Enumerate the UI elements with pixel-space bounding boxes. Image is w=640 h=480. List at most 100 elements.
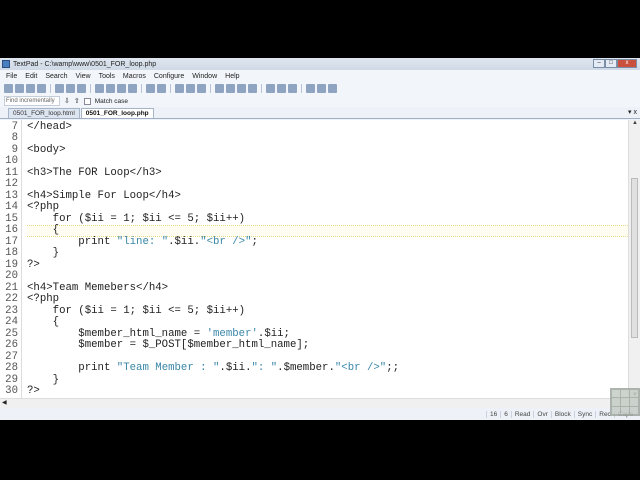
find-prev-up-button[interactable]: ⇧ <box>74 97 80 105</box>
match-case-checkbox[interactable] <box>83 97 91 105</box>
code-editor[interactable]: 7 </head> 8 9 <body> 10 11 <h3>The FOR Loop</h3… <box>0 120 628 398</box>
code-token: <?php <box>27 201 60 214</box>
code-line[interactable]: </head> <box>27 121 72 134</box>
toolbar-separator <box>141 84 142 93</box>
tab-html[interactable]: 0501_FOR_loop.html <box>8 108 80 118</box>
code-token: } <box>27 247 60 260</box>
replace-icon[interactable] <box>277 84 286 93</box>
code-token: } <box>27 373 60 386</box>
menu-configure[interactable]: Configure <box>154 73 184 80</box>
record-icon[interactable] <box>306 84 315 93</box>
scroll-thumb[interactable] <box>631 178 638 338</box>
code-token: { <box>27 316 60 329</box>
cut-icon[interactable] <box>95 84 104 93</box>
code-token: <h3>The FOR Loop</h3> <box>27 166 162 179</box>
outdent-icon[interactable] <box>175 84 184 93</box>
toolbar-separator <box>50 84 51 93</box>
menu-file[interactable]: File <box>6 73 17 80</box>
code-line[interactable]: ?> <box>27 385 40 398</box>
find-in-files-icon[interactable] <box>266 84 275 93</box>
close-button[interactable]: x <box>617 59 637 68</box>
menu-search[interactable]: Search <box>45 73 67 80</box>
find-bar: Find incrementally ⇩ ⇧ Match case <box>0 95 640 107</box>
code-line[interactable]: $member = $_POST[$member_html_name]; <box>27 339 310 352</box>
menu-bar: File Edit Search View Tools Macros Configure Wi… <box>0 70 640 82</box>
tab-php[interactable]: 0501_FOR_loop.php <box>80 108 154 118</box>
scroll-left-arrow-icon[interactable]: ◀ <box>2 399 7 406</box>
paste-icon[interactable] <box>117 84 126 93</box>
code-token: .$ii. <box>168 235 201 248</box>
code-token: <h4>Simple For Loop</h4> <box>27 189 181 202</box>
copy-icon[interactable] <box>106 84 115 93</box>
maximize-button[interactable]: □ <box>605 59 617 68</box>
line-number: 24 <box>5 316 18 329</box>
minimize-button[interactable]: – <box>593 59 605 68</box>
find-next-down-button[interactable]: ⇩ <box>64 97 70 105</box>
print-preview-icon[interactable] <box>66 84 75 93</box>
line-number: 30 <box>5 385 18 398</box>
indent-icon[interactable] <box>157 84 166 93</box>
menu-view[interactable]: View <box>76 73 91 80</box>
code-token: <?php <box>27 293 60 306</box>
vertical-scrollbar[interactable]: ▲ ▼ <box>628 120 640 398</box>
find-incrementally-input[interactable]: Find incrementally <box>4 96 60 106</box>
sort-icon[interactable] <box>237 84 246 93</box>
tab-controls[interactable]: ▾ x <box>628 108 637 116</box>
line-number: 28 <box>5 362 18 375</box>
goto-icon[interactable] <box>288 84 297 93</box>
code-token: print <box>27 362 117 375</box>
status-read-mode: Read <box>510 410 534 418</box>
match-case-label: Match case <box>94 97 128 105</box>
code-token: <body> <box>27 143 66 156</box>
menu-tools[interactable]: Tools <box>99 73 115 80</box>
print-icon[interactable] <box>55 84 64 93</box>
open-icon[interactable] <box>15 84 24 93</box>
toolbar-separator <box>301 84 302 93</box>
code-token: ?> <box>27 385 40 398</box>
line-number: 26 <box>5 339 18 352</box>
code-token: </head> <box>27 121 72 133</box>
toolbar-separator <box>170 84 171 93</box>
code-line[interactable]: <h3>The FOR Loop</h3> <box>27 166 162 180</box>
code-line[interactable]: print "line: ".$ii."<br />"; <box>27 235 258 249</box>
code-line[interactable]: print "Team Member : ".$ii.": ".$member.… <box>27 362 400 375</box>
menu-window[interactable]: Window <box>192 73 217 80</box>
code-line[interactable]: ?> <box>27 259 40 272</box>
document-tabs: 0501_FOR_loop.html 0501_FOR_loop.php ▾ x <box>0 107 640 119</box>
overlay-grid-icon <box>610 388 640 416</box>
menu-help[interactable]: Help <box>225 73 239 80</box>
next-icon[interactable] <box>328 84 337 93</box>
code-token: for ($ii = 1; $ii <= 5; $ii++) <box>27 304 246 317</box>
toolbar <box>0 82 640 95</box>
play-icon[interactable] <box>317 84 326 93</box>
save-icon[interactable] <box>26 84 35 93</box>
line-number: 20 <box>5 270 18 283</box>
status-line: 16 <box>486 410 500 418</box>
code-token: ;; <box>386 362 400 375</box>
redo-icon[interactable] <box>146 84 155 93</box>
menu-macros[interactable]: Macros <box>123 73 146 80</box>
code-token: .$ii. <box>219 362 252 375</box>
scroll-up-arrow-icon[interactable]: ▲ <box>629 120 640 126</box>
save-all-icon[interactable] <box>37 84 46 93</box>
code-token: $member = $_POST[$member_html_name]; <box>27 339 310 352</box>
horizontal-scrollbar[interactable]: ◀ <box>0 398 628 408</box>
code-token: { <box>27 224 60 237</box>
gutter-divider <box>21 120 22 398</box>
spell-check-icon[interactable] <box>226 84 235 93</box>
browser-icon[interactable] <box>215 84 224 93</box>
undo-icon[interactable] <box>128 84 137 93</box>
spell-icon[interactable] <box>77 84 86 93</box>
status-sync-mode: Sync <box>573 410 595 418</box>
menu-edit[interactable]: Edit <box>25 73 37 80</box>
code-line[interactable]: for ($ii = 1; $ii <= 5; $ii++) <box>27 304 246 318</box>
pilcrow-icon[interactable] <box>197 84 206 93</box>
wrap-icon[interactable] <box>186 84 195 93</box>
code-token: <h4>Team Memebers</h4> <box>27 281 169 294</box>
code-line[interactable]: <body> <box>27 143 66 157</box>
find-icon[interactable] <box>248 84 257 93</box>
string-literal: 'member' <box>206 327 258 340</box>
title-bar: TextPad - C:\wamp\www\0501_FOR_loop.php … <box>0 58 640 70</box>
new-icon[interactable] <box>4 84 13 93</box>
code-line[interactable]: for ($ii = 1; $ii <= 5; $ii++) <box>27 213 245 226</box>
